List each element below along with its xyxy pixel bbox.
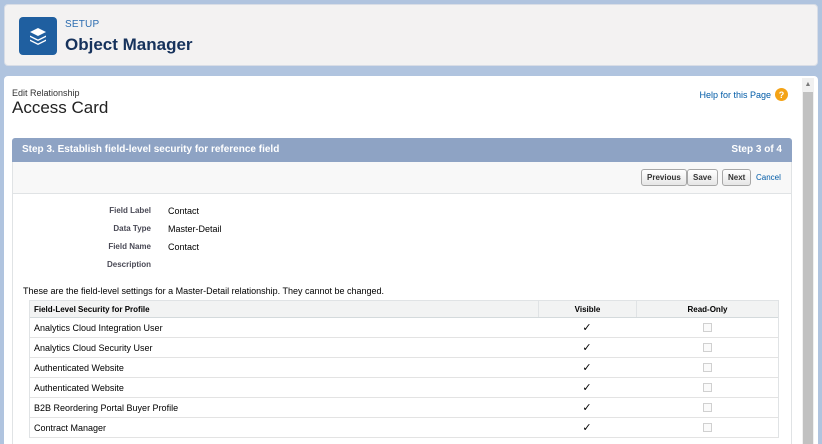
detail-label: Description [106, 260, 151, 269]
step-title: Step 3. Establish field-level security f… [22, 144, 280, 155]
profile-name: Authenticated Website [34, 362, 124, 373]
read-only-checkbox [702, 323, 712, 332]
read-only-cell [636, 398, 778, 417]
read-only-cell [636, 318, 778, 337]
profile-name: Analytics Cloud Integration User [34, 322, 163, 333]
checkmark-icon: ✓ [582, 342, 592, 354]
button-row: Previous Save Next Cancel [13, 162, 791, 194]
setup-header: SETUP Object Manager [4, 4, 818, 66]
breadcrumb-subtitle: Edit Relationship [12, 88, 80, 98]
read-only-cell [636, 378, 778, 397]
checkmark-icon: ✓ [582, 382, 592, 394]
read-only-cell [636, 418, 778, 437]
profile-name: B2B Reordering Portal Buyer Profile [34, 402, 179, 413]
help-link[interactable]: Help for this Page ? [699, 88, 788, 101]
column-header-read-only: Read-Only [636, 301, 778, 317]
detail-label: Field Name [108, 242, 151, 251]
vertical-scrollbar[interactable]: ▲ [802, 78, 814, 444]
scroll-up-icon[interactable]: ▲ [802, 78, 814, 90]
detail-value: Master-Detail [168, 224, 222, 234]
table-header: Field-Level Security for Profile Visible… [30, 301, 778, 318]
fls-table: Field-Level Security for Profile Visible… [29, 300, 779, 438]
step-body: Previous Save Next Cancel Field Label Co… [12, 162, 792, 444]
save-button[interactable]: Save [687, 169, 718, 186]
detail-row-description: Description [13, 260, 413, 274]
table-row: Authenticated Website ✓ [30, 358, 778, 378]
checkmark-icon: ✓ [582, 422, 592, 434]
visible-cell: ✓ [538, 378, 636, 397]
table-row: B2B Reordering Portal Buyer Profile ✓ [30, 398, 778, 418]
read-only-checkbox [702, 363, 712, 372]
next-button[interactable]: Next [722, 169, 752, 186]
detail-value: Contact [168, 242, 200, 252]
page-title: Object Manager [65, 35, 193, 54]
detail-row-field-label: Field Label Contact [13, 206, 413, 220]
content-panel: ▲ Edit Relationship Access Card Help for… [4, 76, 818, 444]
read-only-checkbox [702, 423, 712, 432]
visible-cell: ✓ [538, 338, 636, 357]
setup-label: SETUP [65, 19, 100, 30]
column-header-visible: Visible [538, 301, 636, 317]
visible-cell: ✓ [538, 398, 636, 417]
step-header-bar: Step 3. Establish field-level security f… [12, 138, 792, 162]
detail-value: Contact [168, 206, 200, 216]
profile-name: Analytics Cloud Security User [34, 342, 153, 353]
column-header-profile: Field-Level Security for Profile [34, 304, 150, 314]
checkmark-icon: ✓ [582, 402, 592, 414]
table-row: Analytics Cloud Security User ✓ [30, 338, 778, 358]
help-icon[interactable]: ? [775, 88, 788, 101]
read-only-checkbox [702, 403, 712, 412]
profile-name: Contract Manager [34, 422, 107, 433]
help-link-label[interactable]: Help for this Page [699, 90, 771, 100]
detail-label: Field Label [109, 206, 151, 215]
checkmark-icon: ✓ [582, 362, 592, 374]
read-only-cell [636, 358, 778, 377]
read-only-checkbox [702, 343, 712, 352]
detail-label: Data Type [113, 224, 151, 233]
read-only-checkbox [702, 383, 712, 392]
checkmark-icon: ✓ [582, 322, 592, 334]
visible-cell: ✓ [538, 418, 636, 437]
step-counter: Step 3 of 4 [731, 144, 782, 155]
read-only-cell [636, 338, 778, 357]
record-title: Access Card [12, 98, 109, 117]
scrollbar-thumb[interactable] [803, 92, 813, 444]
visible-cell: ✓ [538, 358, 636, 377]
table-row: Authenticated Website ✓ [30, 378, 778, 398]
detail-row-field-name: Field Name Contact [13, 242, 413, 256]
previous-button[interactable]: Previous [641, 169, 687, 186]
layers-icon [19, 17, 57, 55]
cancel-link[interactable]: Cancel [756, 173, 781, 182]
detail-row-data-type: Data Type Master-Detail [13, 224, 413, 238]
visible-cell: ✓ [538, 318, 636, 337]
table-row: Analytics Cloud Integration User ✓ [30, 318, 778, 338]
profile-name: Authenticated Website [34, 382, 124, 393]
table-row: Contract Manager ✓ [30, 418, 778, 438]
fls-note: These are the field-level settings for a… [23, 286, 385, 296]
